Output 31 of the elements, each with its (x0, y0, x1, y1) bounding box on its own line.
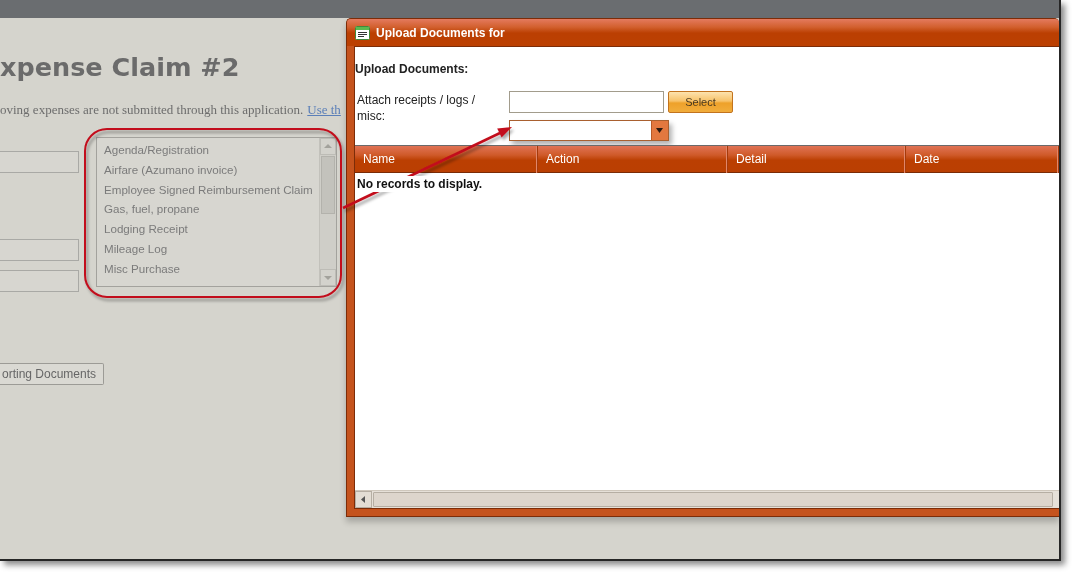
vertical-scrollbar[interactable] (319, 138, 336, 286)
list-option[interactable]: Mileage Log (104, 239, 168, 259)
file-name-field[interactable] (509, 91, 664, 113)
column-header[interactable]: Name (355, 146, 538, 173)
list-option[interactable]: Agenda/Registration (104, 140, 210, 160)
section-title: Upload Documents: (355, 61, 469, 77)
supporting-documents-button[interactable]: orting Documents (0, 363, 104, 385)
document-type-dropdown[interactable] (509, 120, 669, 141)
list-option[interactable]: Employee Signed Reimbursement Claim (104, 179, 313, 200)
text-field[interactable] (0, 239, 79, 261)
column-header[interactable]: Date (906, 146, 1059, 173)
column-header[interactable]: Action (538, 146, 728, 173)
select-button[interactable]: Select (668, 91, 733, 113)
page-title: xpense Claim #2 (0, 51, 240, 84)
attach-label: Attach receipts / logs / misc: (357, 92, 477, 124)
notice-text: oving expenses are not submitted through this application. (0, 102, 304, 117)
scroll-thumb[interactable] (321, 156, 335, 214)
list-option[interactable]: Lodging Receipt (104, 219, 188, 239)
column-header[interactable]: Detail (728, 146, 906, 173)
text-field[interactable] (0, 151, 79, 173)
list-option[interactable]: Misc Purchase (104, 258, 181, 279)
list-option[interactable]: Airfare (Azumano invoice) (104, 159, 238, 180)
text-field[interactable] (0, 270, 79, 292)
scroll-thumb[interactable] (373, 492, 1053, 507)
list-option[interactable]: Gas, fuel, propane (104, 199, 200, 220)
dialog-title: Upload Documents for (376, 24, 505, 42)
document-type-list[interactable]: Agenda/Registration Airfare (Azumano invoice) Employee Signed Reimbursement Claim Gas, fuel, propane Lodging Receipt Mileage Log Misc Purchase (96, 137, 337, 287)
notice-link[interactable]: Use th (307, 102, 341, 117)
horizontal-scrollbar[interactable] (355, 490, 1059, 508)
form-icon (355, 25, 370, 40)
empty-message: No records to display. (357, 176, 483, 192)
